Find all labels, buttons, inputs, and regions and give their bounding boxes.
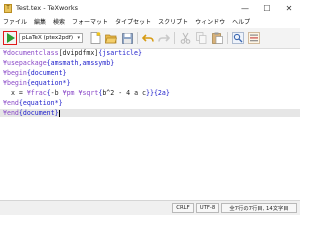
undo-button[interactable] — [141, 31, 155, 45]
code-line: ¥usepackage{amsmath,amssymb} — [3, 59, 114, 67]
replace-button[interactable] — [247, 31, 261, 45]
open-folder-icon — [105, 34, 117, 43]
typeset-button[interactable] — [3, 31, 17, 45]
code-token: b^2 - 4 a c — [102, 89, 146, 97]
code-token: ¥end — [3, 109, 19, 117]
toolbar-separator — [137, 32, 138, 44]
copy-button[interactable] — [194, 31, 208, 45]
find-button[interactable] — [231, 31, 245, 45]
search-icon — [232, 32, 244, 44]
menu-format[interactable]: フォーマット — [72, 17, 108, 26]
save-icon — [121, 32, 133, 44]
encoding-indicator[interactable]: UTF-8 — [196, 203, 219, 213]
engine-selected-value: pLaTeX (ptex2pdf) — [22, 35, 74, 41]
code-token: }}{2a} — [146, 89, 170, 97]
new-document-icon — [90, 32, 100, 44]
code-line: x = ¥frac{-b ¥pm ¥sqrt{b^2 - 4 a c}}{2a} — [3, 89, 170, 97]
paste-button[interactable] — [210, 31, 224, 45]
maximize-button[interactable]: ☐ — [256, 0, 278, 16]
status-bar: CRLF UTF-8 全7行の7行目, 14文字目 — [0, 200, 300, 215]
code-line: ¥begin{document} — [3, 69, 67, 77]
chevron-down-icon: ▾ — [77, 35, 80, 41]
cursor-position-indicator[interactable]: 全7行の7行目, 14文字目 — [221, 203, 297, 213]
code-token: ¥pm — [62, 89, 79, 97]
scissors-icon — [180, 32, 190, 44]
code-line: ¥begin{equation*} — [3, 79, 71, 87]
code-token: ¥frac — [26, 89, 47, 97]
line-ending-indicator[interactable]: CRLF — [172, 203, 194, 213]
code-token: [dvipdfmx] — [58, 49, 99, 57]
toolbar-separator — [174, 32, 175, 44]
code-line: ¥end{equation*} — [3, 99, 63, 107]
code-line: ¥end{document} — [0, 109, 300, 117]
play-icon — [7, 33, 15, 43]
code-token: ¥usepackage — [3, 59, 47, 67]
source-editor[interactable]: ¥documentclass[dvipdfmx]{jsarticle} ¥use… — [0, 49, 300, 200]
save-button[interactable] — [120, 31, 134, 45]
texworks-app-icon: T — [4, 3, 12, 13]
menu-scripts[interactable]: スクリプト — [158, 17, 188, 26]
code-token: x = — [3, 89, 27, 97]
code-token: {amsmath,amssymb} — [46, 59, 115, 67]
menu-search[interactable]: 検索 — [53, 17, 65, 26]
code-token: {document} — [18, 109, 59, 117]
menu-file[interactable]: ファイル — [3, 17, 27, 26]
close-button[interactable]: ✕ — [278, 0, 300, 16]
menu-help[interactable]: ヘルプ — [232, 17, 250, 26]
code-token: -b — [50, 89, 63, 97]
title-bar: T Test.tex - TeXworks — ☐ ✕ — [0, 0, 300, 16]
minimize-button[interactable]: — — [234, 0, 256, 16]
paste-icon — [211, 32, 223, 44]
toolbar: pLaTeX (ptex2pdf) ▾ — [0, 28, 300, 49]
code-token: {document} — [26, 69, 67, 77]
code-token: ¥end — [3, 99, 19, 107]
code-token: ¥documentclass — [3, 49, 59, 57]
code-token: ¥begin — [3, 79, 27, 87]
code-line: ¥documentclass[dvipdfmx]{jsarticle} — [3, 49, 142, 57]
cut-button[interactable] — [178, 31, 192, 45]
new-document-button[interactable] — [88, 31, 102, 45]
toolbar-separator — [227, 32, 228, 44]
code-token: ¥sqrt — [78, 89, 99, 97]
window-title: Test.tex - TeXworks — [16, 4, 79, 12]
open-button[interactable] — [104, 31, 118, 45]
menu-bar: ファイル 編集 検索 フォーマット タイプセット スクリプト ウィンドウ ヘルプ — [0, 16, 300, 27]
undo-icon — [142, 33, 154, 42]
replace-icon — [248, 32, 260, 44]
typeset-engine-select[interactable]: pLaTeX (ptex2pdf) ▾ — [19, 33, 83, 43]
menu-typeset[interactable]: タイプセット — [115, 17, 151, 26]
menu-edit[interactable]: 編集 — [34, 17, 46, 26]
redo-icon — [158, 33, 170, 42]
texworks-window: T Test.tex - TeXworks — ☐ ✕ ファイル 編集 検索 フ… — [0, 0, 300, 215]
text-cursor — [58, 109, 60, 117]
code-token: {equation*} — [18, 99, 63, 107]
menu-window[interactable]: ウィンドウ — [195, 17, 225, 26]
copy-icon — [195, 32, 206, 44]
code-token: {jsarticle} — [98, 49, 142, 57]
code-token: ¥begin — [3, 69, 27, 77]
redo-button[interactable] — [157, 31, 171, 45]
code-token: {equation*} — [26, 79, 71, 87]
